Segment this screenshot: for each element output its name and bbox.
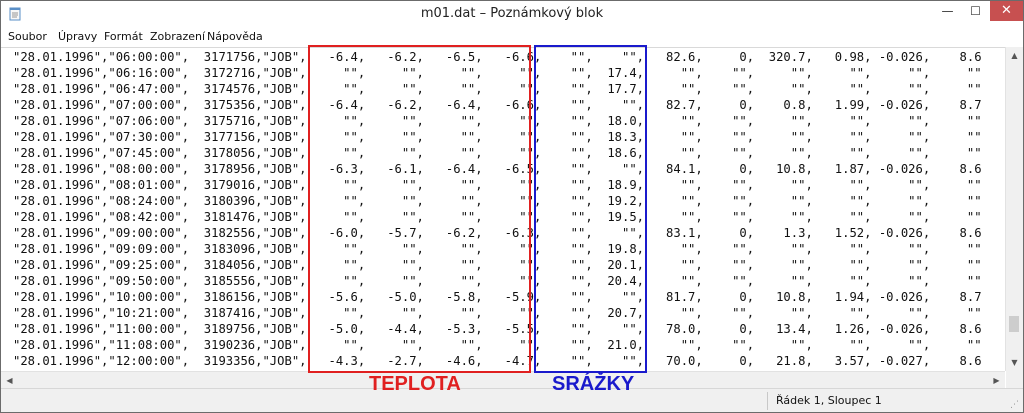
text-line: "28.01.1996","10:00:00", 3186156,"JOB", … (13, 290, 982, 304)
scroll-left-icon[interactable]: ◀ (1, 372, 18, 389)
menu-format[interactable]: Formát (104, 30, 143, 43)
scroll-down-icon[interactable]: ▼ (1006, 354, 1023, 371)
text-line: "28.01.1996","07:06:00", 3175716,"JOB", … (13, 114, 982, 128)
vertical-scrollbar[interactable]: ▲ ▼ (1005, 47, 1023, 371)
minimize-button[interactable]: — (933, 1, 962, 21)
resize-grip-icon[interactable]: ⋰ (1010, 400, 1020, 410)
menu-soubor[interactable]: Soubor (8, 30, 47, 43)
text-line: "28.01.1996","11:00:00", 3189756,"JOB", … (13, 322, 982, 336)
horizontal-scrollbar[interactable]: ◀ ▶ (1, 371, 1005, 389)
cursor-position: Řádek 1, Sloupec 1 (776, 394, 882, 407)
temperature-label: TEPLOTA (369, 373, 461, 395)
text-editor[interactable]: "28.01.1996","06:00:00", 3171756,"JOB", … (1, 47, 1005, 372)
text-line: "28.01.1996","08:42:00", 3181476,"JOB", … (13, 210, 982, 224)
precipitation-label: SRÁŽKY (552, 373, 635, 395)
text-line: "28.01.1996","11:08:00", 3190236,"JOB", … (13, 338, 982, 352)
text-line: "28.01.1996","06:16:00", 3172716,"JOB", … (13, 66, 982, 80)
text-line: "28.01.1996","06:00:00", 3171756,"JOB", … (13, 50, 982, 64)
scrollbar-corner (1006, 371, 1023, 388)
text-line: "28.01.1996","06:47:00", 3174576,"JOB", … (13, 82, 982, 96)
text-line: "28.01.1996","09:00:00", 3182556,"JOB", … (13, 226, 982, 240)
text-line: "28.01.1996","09:25:00", 3184056,"JOB", … (13, 258, 982, 272)
text-line: "28.01.1996","08:00:00", 3178956,"JOB", … (13, 162, 982, 176)
text-line: "28.01.1996","12:00:00", 3193356,"JOB", … (13, 354, 982, 368)
menu-napoveda[interactable]: Nápověda (207, 30, 263, 43)
text-line: "28.01.1996","08:24:00", 3180396,"JOB", … (13, 194, 982, 208)
vertical-scroll-thumb[interactable] (1009, 316, 1019, 332)
menu-bar: Soubor Úpravy Formát Zobrazení Nápověda (1, 28, 1023, 47)
text-line: "28.01.1996","07:45:00", 3178056,"JOB", … (13, 146, 982, 160)
menu-zobrazeni[interactable]: Zobrazení (150, 30, 205, 43)
text-line: "28.01.1996","08:01:00", 3179016,"JOB", … (13, 178, 982, 192)
title-bar[interactable]: m01.dat – Poznámkový blok — ☐ ✕ (1, 1, 1023, 28)
menu-upravy[interactable]: Úpravy (58, 30, 97, 43)
text-line: "28.01.1996","09:09:00", 3183096,"JOB", … (13, 242, 982, 256)
text-line: "28.01.1996","07:00:00", 3175356,"JOB", … (13, 98, 982, 112)
close-button[interactable]: ✕ (990, 1, 1023, 21)
window-title: m01.dat – Poznámkový blok (420, 6, 604, 21)
text-line: "28.01.1996","10:21:00", 3187416,"JOB", … (13, 306, 982, 320)
text-line: "28.01.1996","09:50:00", 3185556,"JOB", … (13, 274, 982, 288)
notepad-window: m01.dat – Poznámkový blok — ☐ ✕ Soubor Ú… (0, 0, 1024, 413)
scroll-up-icon[interactable]: ▲ (1006, 47, 1023, 64)
status-bar: Řádek 1, Sloupec 1 ⋰ (1, 388, 1023, 412)
text-line: "28.01.1996","07:30:00", 3177156,"JOB", … (13, 130, 982, 144)
scroll-right-icon[interactable]: ▶ (988, 372, 1005, 389)
status-divider (767, 392, 768, 410)
maximize-button[interactable]: ☐ (961, 1, 990, 21)
